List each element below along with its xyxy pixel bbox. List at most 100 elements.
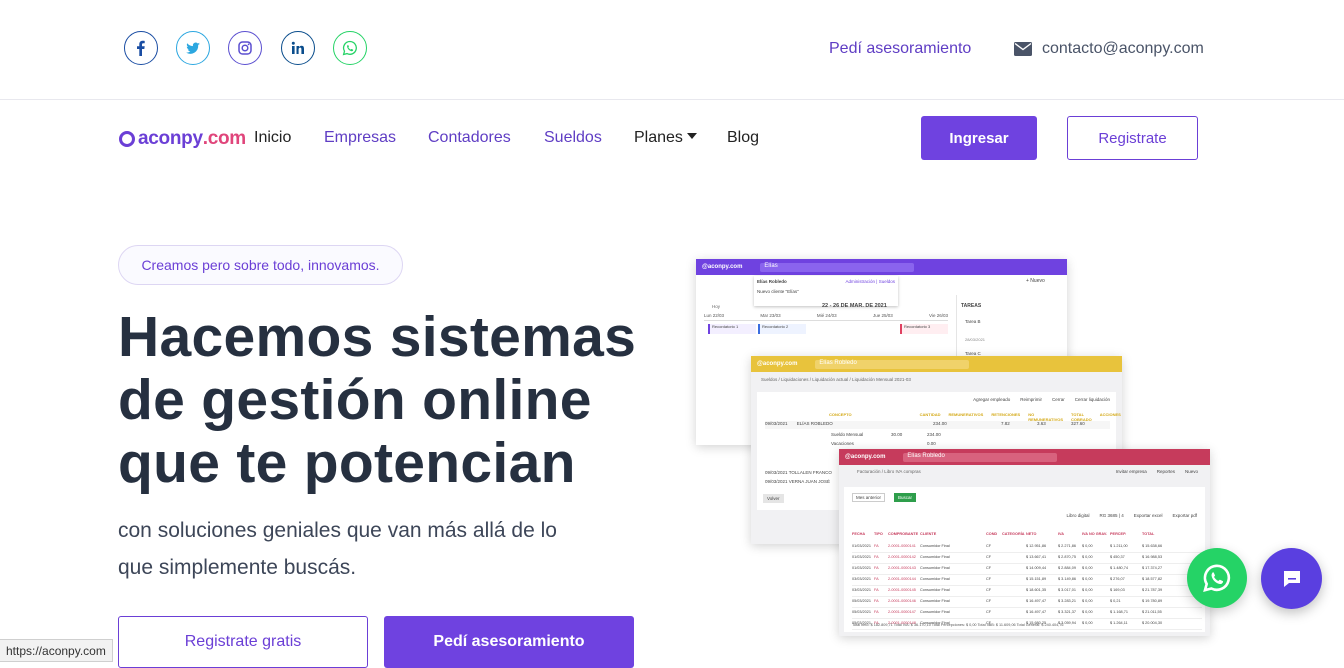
table-cell: $ 3.283,21 bbox=[1058, 599, 1076, 603]
table-row: 01/03/2021 FA 2-0001-0000142 Consumidor Fin… bbox=[852, 553, 1202, 564]
table-cell: 03/03/2021 bbox=[852, 577, 872, 581]
login-button[interactable]: Ingresar bbox=[921, 116, 1037, 160]
nav-blog[interactable]: Blog bbox=[727, 129, 759, 147]
table-cell: CF bbox=[986, 555, 992, 559]
top-advice-link[interactable]: Pedí asesoramiento bbox=[829, 40, 971, 58]
concept-name: Vacaciones bbox=[831, 441, 854, 446]
whatsapp-link[interactable] bbox=[333, 31, 367, 65]
day-label: Mié 24/03 bbox=[816, 313, 837, 318]
table-cell: CF bbox=[986, 544, 992, 548]
table-cell: $ 0,00 bbox=[1082, 577, 1093, 581]
facebook-icon bbox=[137, 40, 145, 56]
table-cell: $ 15.151,89 bbox=[1026, 577, 1047, 581]
day-label: Lun 22/03 bbox=[704, 313, 725, 318]
table-cell: $ 3.017,01 bbox=[1058, 588, 1076, 592]
table-cell: Consumidor Final bbox=[920, 588, 950, 592]
nav-inicio[interactable]: Inicio bbox=[254, 129, 291, 147]
table-cell: FA bbox=[874, 544, 879, 548]
table-cell: $ 16.497,47 bbox=[1026, 599, 1047, 603]
invoice-action: Invitar empresa bbox=[1115, 469, 1147, 474]
whatsapp-float-button[interactable] bbox=[1187, 548, 1247, 608]
nav-contadores[interactable]: Contadores bbox=[428, 129, 511, 147]
row-value: 234.00 bbox=[933, 421, 947, 426]
mockup-brand: @aconpy.com bbox=[757, 361, 798, 367]
column-header: IVA NO GRAV. bbox=[1082, 532, 1108, 536]
table-cell: $ 21.011,55 bbox=[1142, 610, 1162, 614]
contact-email-link[interactable]: contacto@aconpy.com bbox=[1042, 40, 1204, 58]
column-header: COND bbox=[986, 532, 998, 536]
nav-empresas[interactable]: Empresas bbox=[324, 129, 396, 147]
hero-title-line: que te potencian bbox=[118, 431, 576, 495]
aconpy-logo[interactable]: aconpy .com bbox=[119, 128, 246, 150]
table-cell: Consumidor Final bbox=[920, 610, 950, 614]
table-cell: $ 0,00 bbox=[1082, 599, 1093, 603]
table-cell: 05/03/2021 bbox=[852, 610, 872, 614]
table-row: 01/03/2021 FA 2-0001-0000143 Consumidor Fin… bbox=[852, 564, 1202, 575]
facebook-link[interactable] bbox=[124, 31, 158, 65]
table-cell: $ 1.480,74 bbox=[1110, 566, 1128, 570]
table-row: 03/03/2021 FA 2-0001-0000144 Consumidor Fin… bbox=[852, 575, 1202, 586]
table-row: 05/03/2021 FA 2-0001-0000146 Consumidor Fin… bbox=[852, 597, 1202, 608]
calendar-new: + Nuevo bbox=[1026, 278, 1045, 284]
table-cell: 2-0001-0000146 bbox=[888, 599, 916, 603]
row-date: 09/03/2021 bbox=[765, 470, 788, 475]
table-cell: $ 14.009,44 bbox=[1026, 566, 1047, 570]
linkedin-icon bbox=[291, 41, 304, 54]
logo-domain: .com bbox=[202, 128, 246, 149]
mockup-search: Elías Robledo bbox=[903, 452, 1058, 462]
table-cell: 2-0001-0000143 bbox=[888, 566, 916, 570]
invoice-select: Libro digital bbox=[1066, 513, 1090, 518]
search-button: Buscar bbox=[894, 493, 917, 502]
linkedin-link[interactable] bbox=[281, 31, 315, 65]
request-advice-button[interactable]: Pedí asesoramiento bbox=[384, 616, 634, 668]
row-date: 09/03/2021 bbox=[765, 421, 788, 426]
nav-sueldos[interactable]: Sueldos bbox=[544, 129, 602, 147]
table-cell: $ 19.780,89 bbox=[1142, 599, 1163, 603]
payroll-action: Agregar empleado bbox=[973, 397, 1011, 402]
table-cell: $ 0,21 bbox=[1110, 599, 1121, 603]
row-value: 327.60 bbox=[1071, 421, 1085, 426]
payroll-action: Cerrar liquidación bbox=[1074, 397, 1110, 402]
register-free-button[interactable]: Registrate gratis bbox=[118, 616, 368, 668]
table-cell: $ 18.577,82 bbox=[1142, 577, 1163, 581]
table-cell: $ 21.787,39 bbox=[1142, 588, 1163, 592]
table-row: 01/03/2021 FA 2-0001-0000141 Consumidor Fin… bbox=[852, 542, 1202, 553]
table-cell: $ 1.211,00 bbox=[1110, 544, 1128, 548]
column-header: CATEGORÍA bbox=[1002, 532, 1025, 536]
hero-subtitle-line: con soluciones geniales que van más allá… bbox=[118, 519, 557, 542]
twitter-link[interactable] bbox=[176, 31, 210, 65]
payroll-action: Reimprimir bbox=[1020, 397, 1042, 402]
mockup-breadcrumb: Sueldos / Liquidaciones / Liquidación ac… bbox=[761, 377, 911, 382]
tagline-badge: Creamos pero sobre todo, innovamos. bbox=[118, 245, 403, 285]
table-cell: $ 16.497,47 bbox=[1026, 610, 1047, 614]
chat-float-button[interactable] bbox=[1261, 548, 1322, 609]
search-result-name: Elías Robledo bbox=[757, 279, 787, 284]
mockup-brand: @aconpy.com bbox=[702, 264, 743, 270]
row-name: ELÍAS ROBLEDO bbox=[796, 421, 833, 426]
table-cell: $ 0,00 bbox=[1082, 621, 1093, 625]
payroll-action: Cerrar bbox=[1051, 397, 1065, 402]
period-select: Mes anterior bbox=[852, 493, 886, 502]
invoice-select: Exportar pdf bbox=[1172, 513, 1197, 518]
table-cell: $ 1.264,11 bbox=[1110, 621, 1128, 625]
nav-planes-dropdown[interactable]: Planes bbox=[634, 129, 697, 147]
concept-amount: 234.00 bbox=[927, 432, 941, 437]
register-button[interactable]: Registrate bbox=[1067, 116, 1198, 160]
instagram-link[interactable] bbox=[228, 31, 262, 65]
invoice-select: Exportar excel bbox=[1133, 513, 1163, 518]
table-cell: FA bbox=[874, 555, 879, 559]
table-cell: FA bbox=[874, 588, 879, 592]
calendar-title: 22 - 26 DE MAR. DE 2021 bbox=[822, 303, 887, 309]
column-header: TOTAL bbox=[1142, 532, 1155, 536]
table-cell: $ 276,07 bbox=[1110, 577, 1125, 581]
table-cell: $ 0,00 bbox=[1082, 588, 1093, 592]
invoices-actions: Invitar empresa Reportes Nuevo bbox=[1116, 469, 1198, 474]
table-cell: 2-0001-0000142 bbox=[888, 555, 916, 559]
table-cell: CF bbox=[986, 566, 992, 570]
payroll-actions: Agregar empleado Reimprimir Cerrar Cerra… bbox=[973, 397, 1110, 402]
table-cell: 2-0001-0000144 bbox=[888, 577, 916, 581]
row-value: 7.82 bbox=[1001, 421, 1010, 426]
caret-down-icon bbox=[686, 133, 697, 139]
table-cell: $ 17.374,27 bbox=[1142, 566, 1163, 570]
table-cell: $ 2.870,75 bbox=[1058, 555, 1076, 559]
